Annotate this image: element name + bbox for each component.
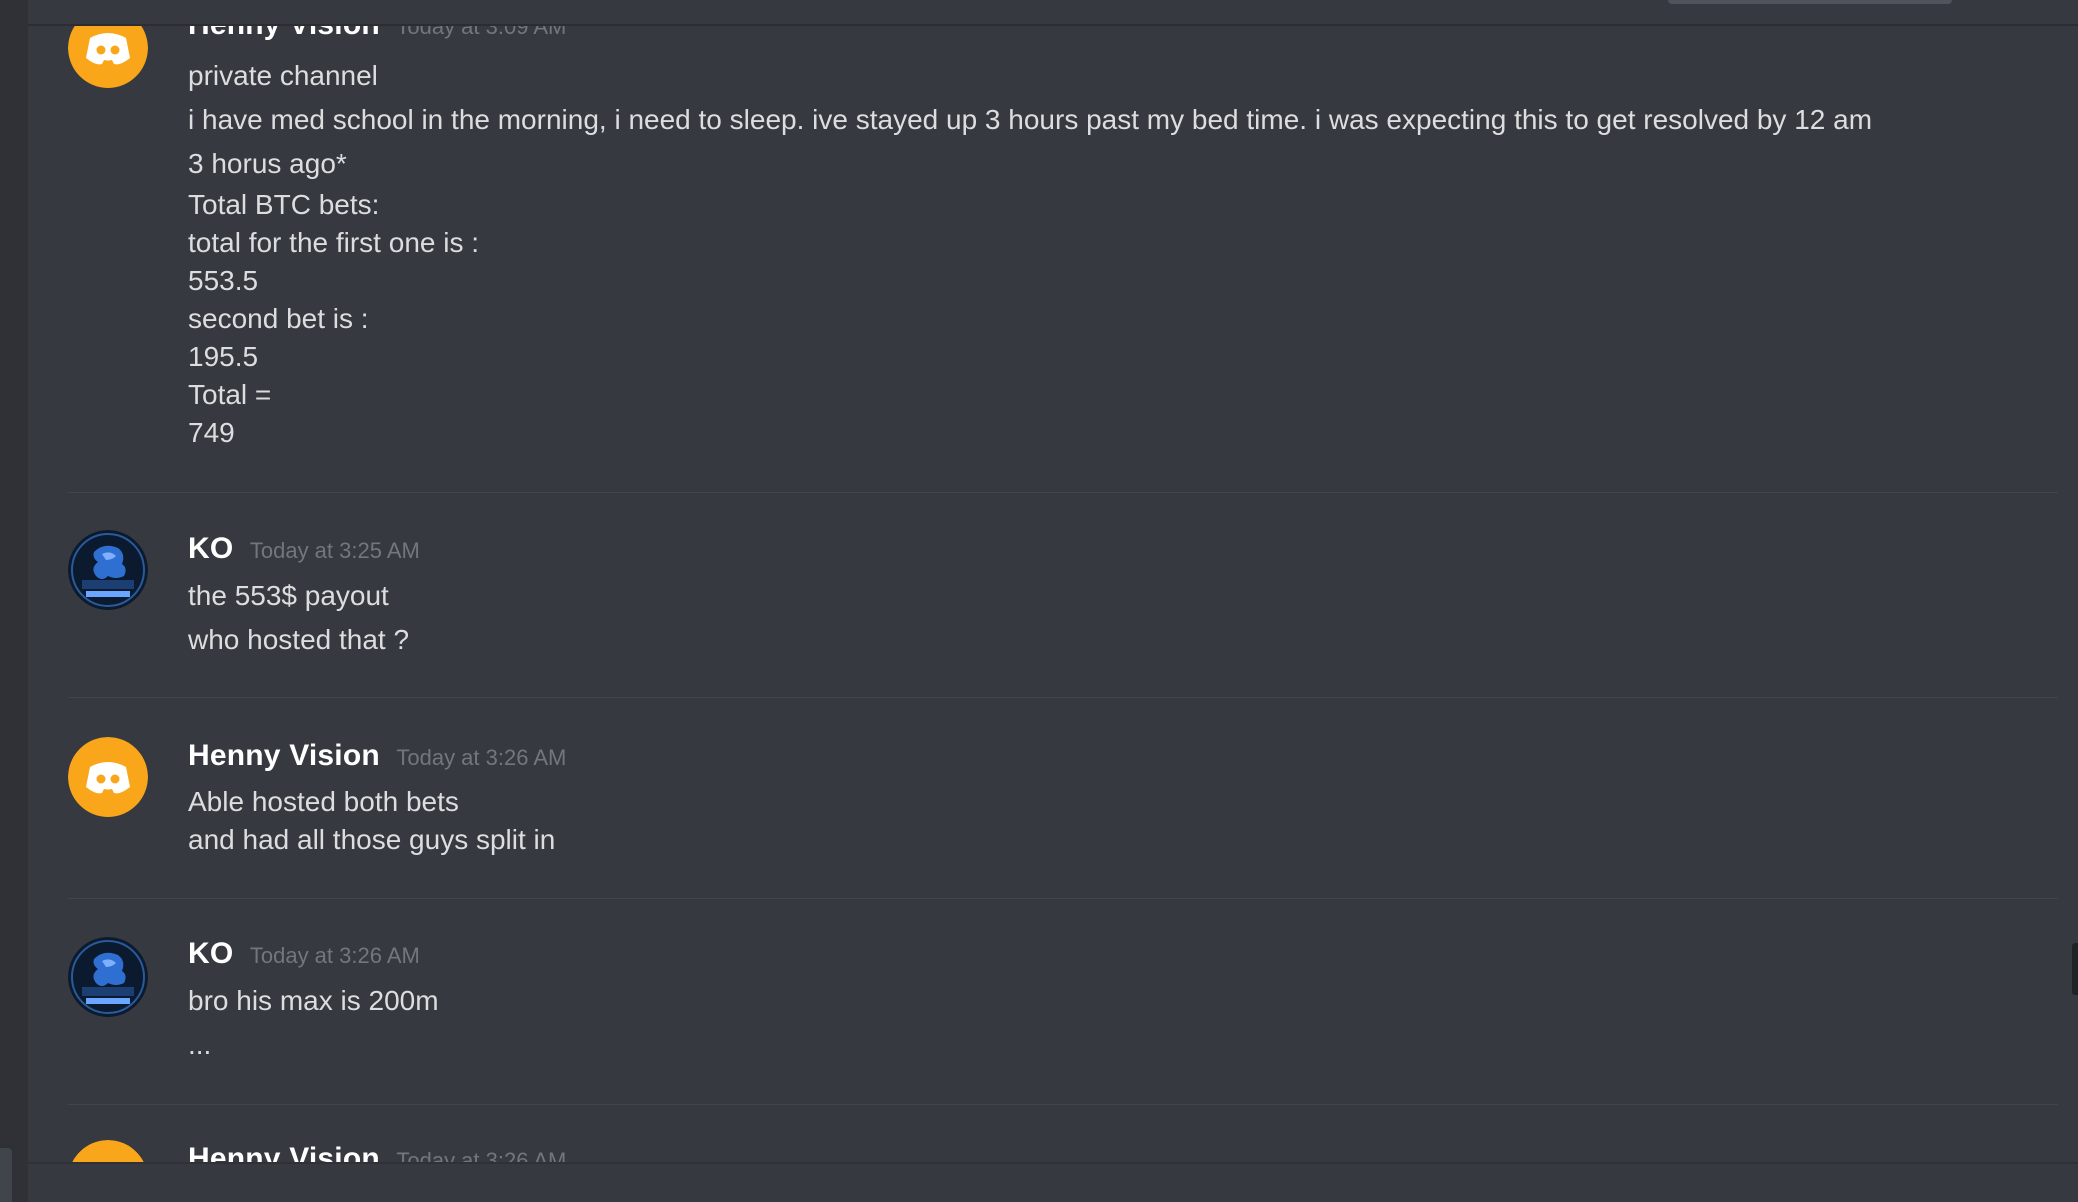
user-avatar[interactable] — [68, 737, 148, 817]
message-input-area[interactable] — [28, 1162, 2078, 1202]
message-line: Able hosted both bets — [188, 786, 459, 817]
message-header: KO Today at 3:25 AM — [188, 532, 420, 566]
message-header: Henny Vision Today at 3:26 AM — [188, 1142, 566, 1162]
message-line: the 553$ payout — [188, 580, 389, 611]
message-timestamp[interactable]: Today at 3:26 AM — [396, 1148, 566, 1162]
message-content: Able hosted both bets and had all those … — [188, 783, 555, 859]
message-line: 195.5 — [188, 341, 259, 372]
message-line: bro his max is 200m — [188, 985, 439, 1016]
message-timestamp[interactable]: Today at 3:26 AM — [250, 943, 420, 968]
user-avatar[interactable] — [68, 530, 148, 610]
username[interactable]: Henny Vision — [188, 739, 380, 772]
message-line: 3 horus ago* — [188, 148, 347, 179]
user-avatar[interactable] — [68, 1140, 148, 1162]
message-header: KO Today at 3:26 AM — [188, 937, 420, 971]
message-group: KO Today at 3:25 AM the 553$ payout who … — [28, 520, 2058, 695]
discord-logo-icon — [72, 1140, 144, 1162]
message-divider — [68, 492, 2058, 493]
message-line: ... — [188, 1029, 212, 1060]
message-line: i have med school in the morning, i need… — [188, 104, 1873, 135]
message-list: Henny Vision Today at 3:09 AM private ch… — [28, 0, 2058, 1162]
message-line: 749 — [188, 417, 235, 448]
username[interactable]: Henny Vision — [188, 1142, 380, 1162]
sidebar-scroll-handle[interactable] — [0, 1148, 12, 1202]
scrollbar-thumb[interactable] — [2072, 943, 2078, 995]
message-content: bro his max is 200m ... — [188, 979, 439, 1067]
search-bar-edge[interactable] — [1668, 0, 1952, 4]
message-line: private channel — [188, 60, 378, 91]
message-group: Henny Vision Today at 3:09 AM private ch… — [28, 0, 2058, 490]
message-timestamp[interactable]: Today at 3:25 AM — [250, 538, 420, 563]
dragon-emblem-icon — [68, 530, 148, 610]
message-group: Henny Vision Today at 3:26 AM — [28, 1130, 2058, 1162]
username[interactable]: KO — [188, 532, 233, 565]
message-divider — [68, 1104, 2058, 1105]
message-group: KO Today at 3:26 AM bro his max is 200m … — [28, 933, 2058, 1103]
message-line: Total = — [188, 379, 272, 410]
chat-window: Henny Vision Today at 3:09 AM private ch… — [0, 0, 2078, 1202]
dragon-emblem-icon — [68, 937, 148, 1017]
message-line: who hosted that ? — [188, 624, 410, 655]
message-timestamp[interactable]: Today at 3:26 AM — [396, 745, 566, 770]
message-content: private channel i have med school in the… — [188, 54, 1872, 452]
message-line: and had all those guys split in — [188, 824, 556, 855]
message-divider — [68, 898, 2058, 899]
message-line: total for the first one is : — [188, 227, 480, 258]
message-line: second bet is : — [188, 303, 369, 334]
message-divider — [68, 697, 2058, 698]
message-header: Henny Vision Today at 3:26 AM — [188, 739, 566, 773]
message-line: 553.5 — [188, 265, 259, 296]
message-line: Total BTC bets: — [188, 189, 380, 220]
user-avatar[interactable] — [68, 937, 148, 1017]
message-group: Henny Vision Today at 3:26 AM Able hoste… — [28, 727, 2058, 897]
message-content: the 553$ payout who hosted that ? — [188, 574, 409, 662]
channel-sidebar-edge — [0, 0, 28, 1202]
channel-header-bar — [28, 0, 2078, 26]
username[interactable]: KO — [188, 937, 233, 970]
discord-logo-icon — [68, 737, 148, 817]
